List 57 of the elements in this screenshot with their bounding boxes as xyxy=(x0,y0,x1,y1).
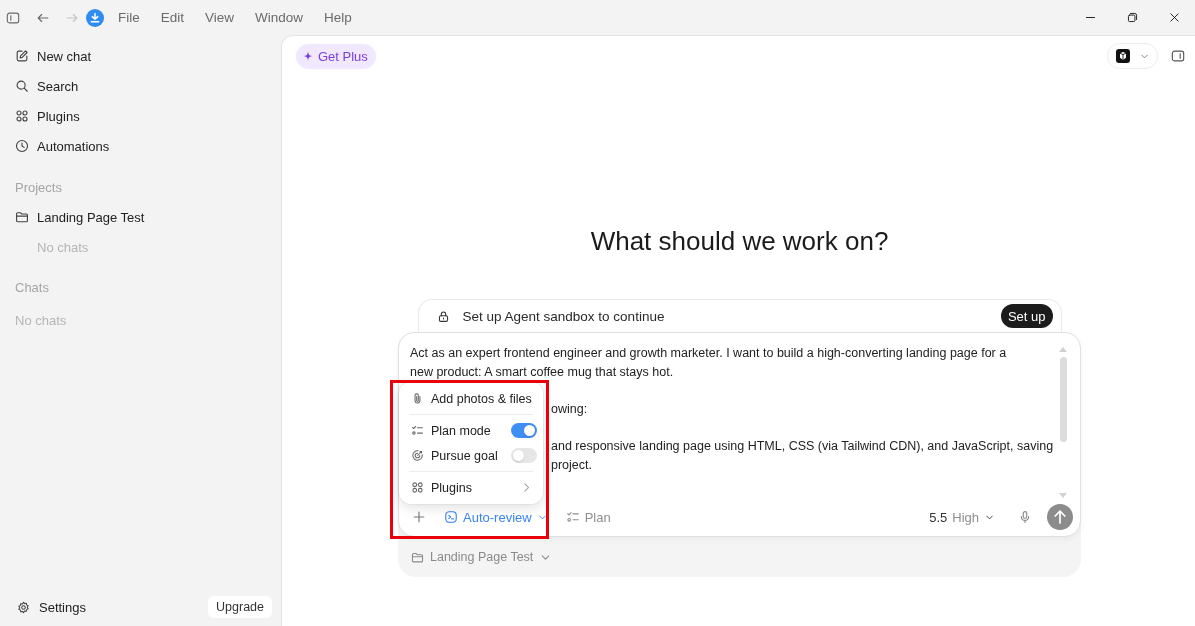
folder-icon xyxy=(411,550,424,564)
menu-item[interactable]: Plan mode xyxy=(405,418,537,443)
section-heading: Chats xyxy=(15,279,49,295)
settings-button[interactable]: Settings xyxy=(8,594,86,620)
menu-item[interactable]: Window xyxy=(255,10,304,25)
search-icon xyxy=(15,79,29,93)
menu-item[interactable]: Edit xyxy=(160,10,185,25)
grid-icon xyxy=(411,481,424,494)
restore-icon xyxy=(1125,11,1139,24)
menu-item[interactable]: Pursue goal xyxy=(405,443,537,468)
get-plus-button[interactable]: Get Plus xyxy=(296,43,376,69)
sidebar-item[interactable]: New chat xyxy=(8,41,273,71)
compose-icon xyxy=(15,49,29,63)
project-item[interactable]: Landing Page Test xyxy=(8,202,273,232)
review-mode-button[interactable]: Auto-review xyxy=(444,506,548,528)
clock-icon xyxy=(15,139,29,153)
paperclip-icon xyxy=(411,392,424,405)
target-icon xyxy=(411,449,424,462)
folder-icon xyxy=(15,210,29,224)
terminal-icon xyxy=(444,510,458,524)
menu-item[interactable]: View xyxy=(205,10,235,25)
checklist-icon xyxy=(411,424,424,437)
toggle-switch[interactable] xyxy=(511,448,537,463)
toggle-switch[interactable] xyxy=(511,423,537,438)
prompt-text: and responsive landing page using HTML, CSS (via Tailwind CDN), and JavaScript, saving project. xyxy=(551,438,1054,474)
page-heading: What should we work on? xyxy=(590,225,889,257)
empty-note: No chats xyxy=(37,239,89,255)
upgrade-button[interactable]: Upgrade xyxy=(208,596,272,618)
settings-icon xyxy=(17,600,30,614)
checklist-icon xyxy=(565,510,580,524)
close-icon xyxy=(1167,11,1181,24)
microphone-icon xyxy=(1018,510,1032,524)
menu-item[interactable]: Plugins xyxy=(405,475,537,500)
cube-icon xyxy=(1116,49,1130,63)
banner-text: Set up Agent sandbox to continue xyxy=(462,308,665,324)
lock-icon xyxy=(436,309,450,323)
menu-item[interactable]: File xyxy=(118,10,140,25)
model-selector[interactable]: 5.5 High xyxy=(929,506,995,528)
sidebar-toggle-icon xyxy=(6,10,20,25)
sidebar-item[interactable]: Search xyxy=(8,71,273,101)
prompt-text: owing: xyxy=(551,401,588,418)
workspace-switcher[interactable] xyxy=(1107,43,1158,69)
setup-button[interactable]: Set up xyxy=(1000,304,1053,328)
sidebar-item[interactable]: Automations xyxy=(8,131,273,161)
sidebar-item[interactable]: Plugins xyxy=(8,101,273,131)
scrollbar-thumb[interactable] xyxy=(1059,357,1067,442)
empty-note: No chats xyxy=(15,312,67,328)
menu-item[interactable]: Help xyxy=(324,10,352,25)
send-button[interactable] xyxy=(1047,504,1073,530)
panel-toggle-icon xyxy=(1171,49,1185,63)
section-heading: Projects xyxy=(15,179,62,195)
prompt-text: Act as an expert frontend engineer and growth marketer. I want to build a high-converting landing page for a new product: A smart coffee mug that stays hot. xyxy=(410,345,1007,381)
plus-icon xyxy=(412,510,426,524)
menu-item[interactable]: Add photos & files xyxy=(405,386,537,411)
sparkle-icon xyxy=(303,51,313,61)
download-icon[interactable] xyxy=(86,8,104,27)
grid-icon xyxy=(15,109,29,123)
